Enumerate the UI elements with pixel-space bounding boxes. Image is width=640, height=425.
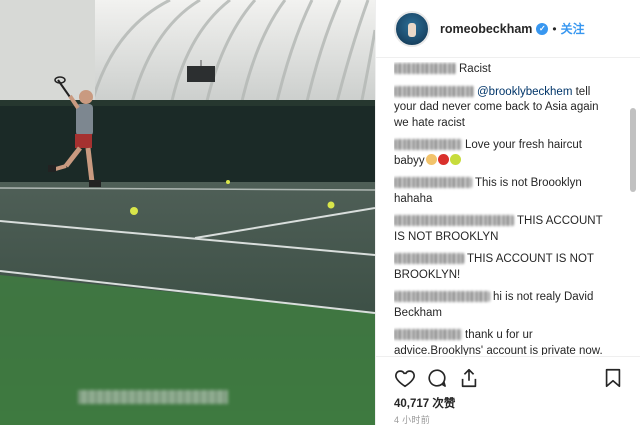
comment-item: hi is not realy David Beckham [394,290,614,321]
post-header: romeobeckham ✓ • 关注 [376,0,640,58]
comment-text: Racist [459,63,491,75]
redacted-username[interactable] [394,291,490,302]
comment-icon[interactable] [426,367,448,389]
comment-item: THIS ACCOUNT IS NOT BROOKLYN [394,214,614,245]
like-count[interactable]: 40,717 次赞 [394,395,455,411]
verified-badge-icon: ✓ [536,22,549,35]
peach-icon [425,153,437,165]
scrollbar-thumb[interactable] [630,108,636,192]
comment-item: @brooklybeckhem tell your dad never come… [394,85,614,132]
redacted-username[interactable] [394,253,464,264]
comment-item: This is not Broooklyn hahaha [394,176,614,207]
apple-icon [437,153,449,165]
comment-item: Racist [394,62,614,78]
post-photo [0,0,375,425]
redacted-username[interactable] [394,63,456,74]
comment-item: THIS ACCOUNT IS NOT BROOKLYN! [394,252,614,283]
post-time: 4 小时前 [394,415,431,425]
scrollbar[interactable] [630,60,636,360]
follow-button[interactable]: 关注 [561,20,585,37]
watermark [78,390,228,404]
separator: • [552,21,557,36]
mention-link[interactable]: @brooklybeckhem [477,86,572,98]
username[interactable]: romeobeckham [440,22,532,36]
redacted-username[interactable] [394,85,474,97]
redacted-username[interactable] [394,329,462,340]
avatar[interactable] [394,10,430,47]
tennis-ball-icon [449,153,461,165]
comment-item: Love your fresh haircut babyy [394,138,614,169]
comment-item: thank u for ur advice.Brooklyns' account… [394,328,614,355]
comments-list: Racist @brooklybeckhem tell your dad neve… [394,62,614,355]
redacted-username[interactable] [394,139,462,150]
bookmark-icon[interactable] [602,367,624,389]
redacted-username[interactable] [394,177,472,188]
redacted-username[interactable] [394,215,514,226]
post-sidebar: romeobeckham ✓ • 关注 Racist @brooklybeckhe… [375,0,640,425]
share-icon[interactable] [458,367,480,389]
heart-icon[interactable] [394,367,416,389]
post-actions: 40,717 次赞 4 小时前 [376,356,640,425]
